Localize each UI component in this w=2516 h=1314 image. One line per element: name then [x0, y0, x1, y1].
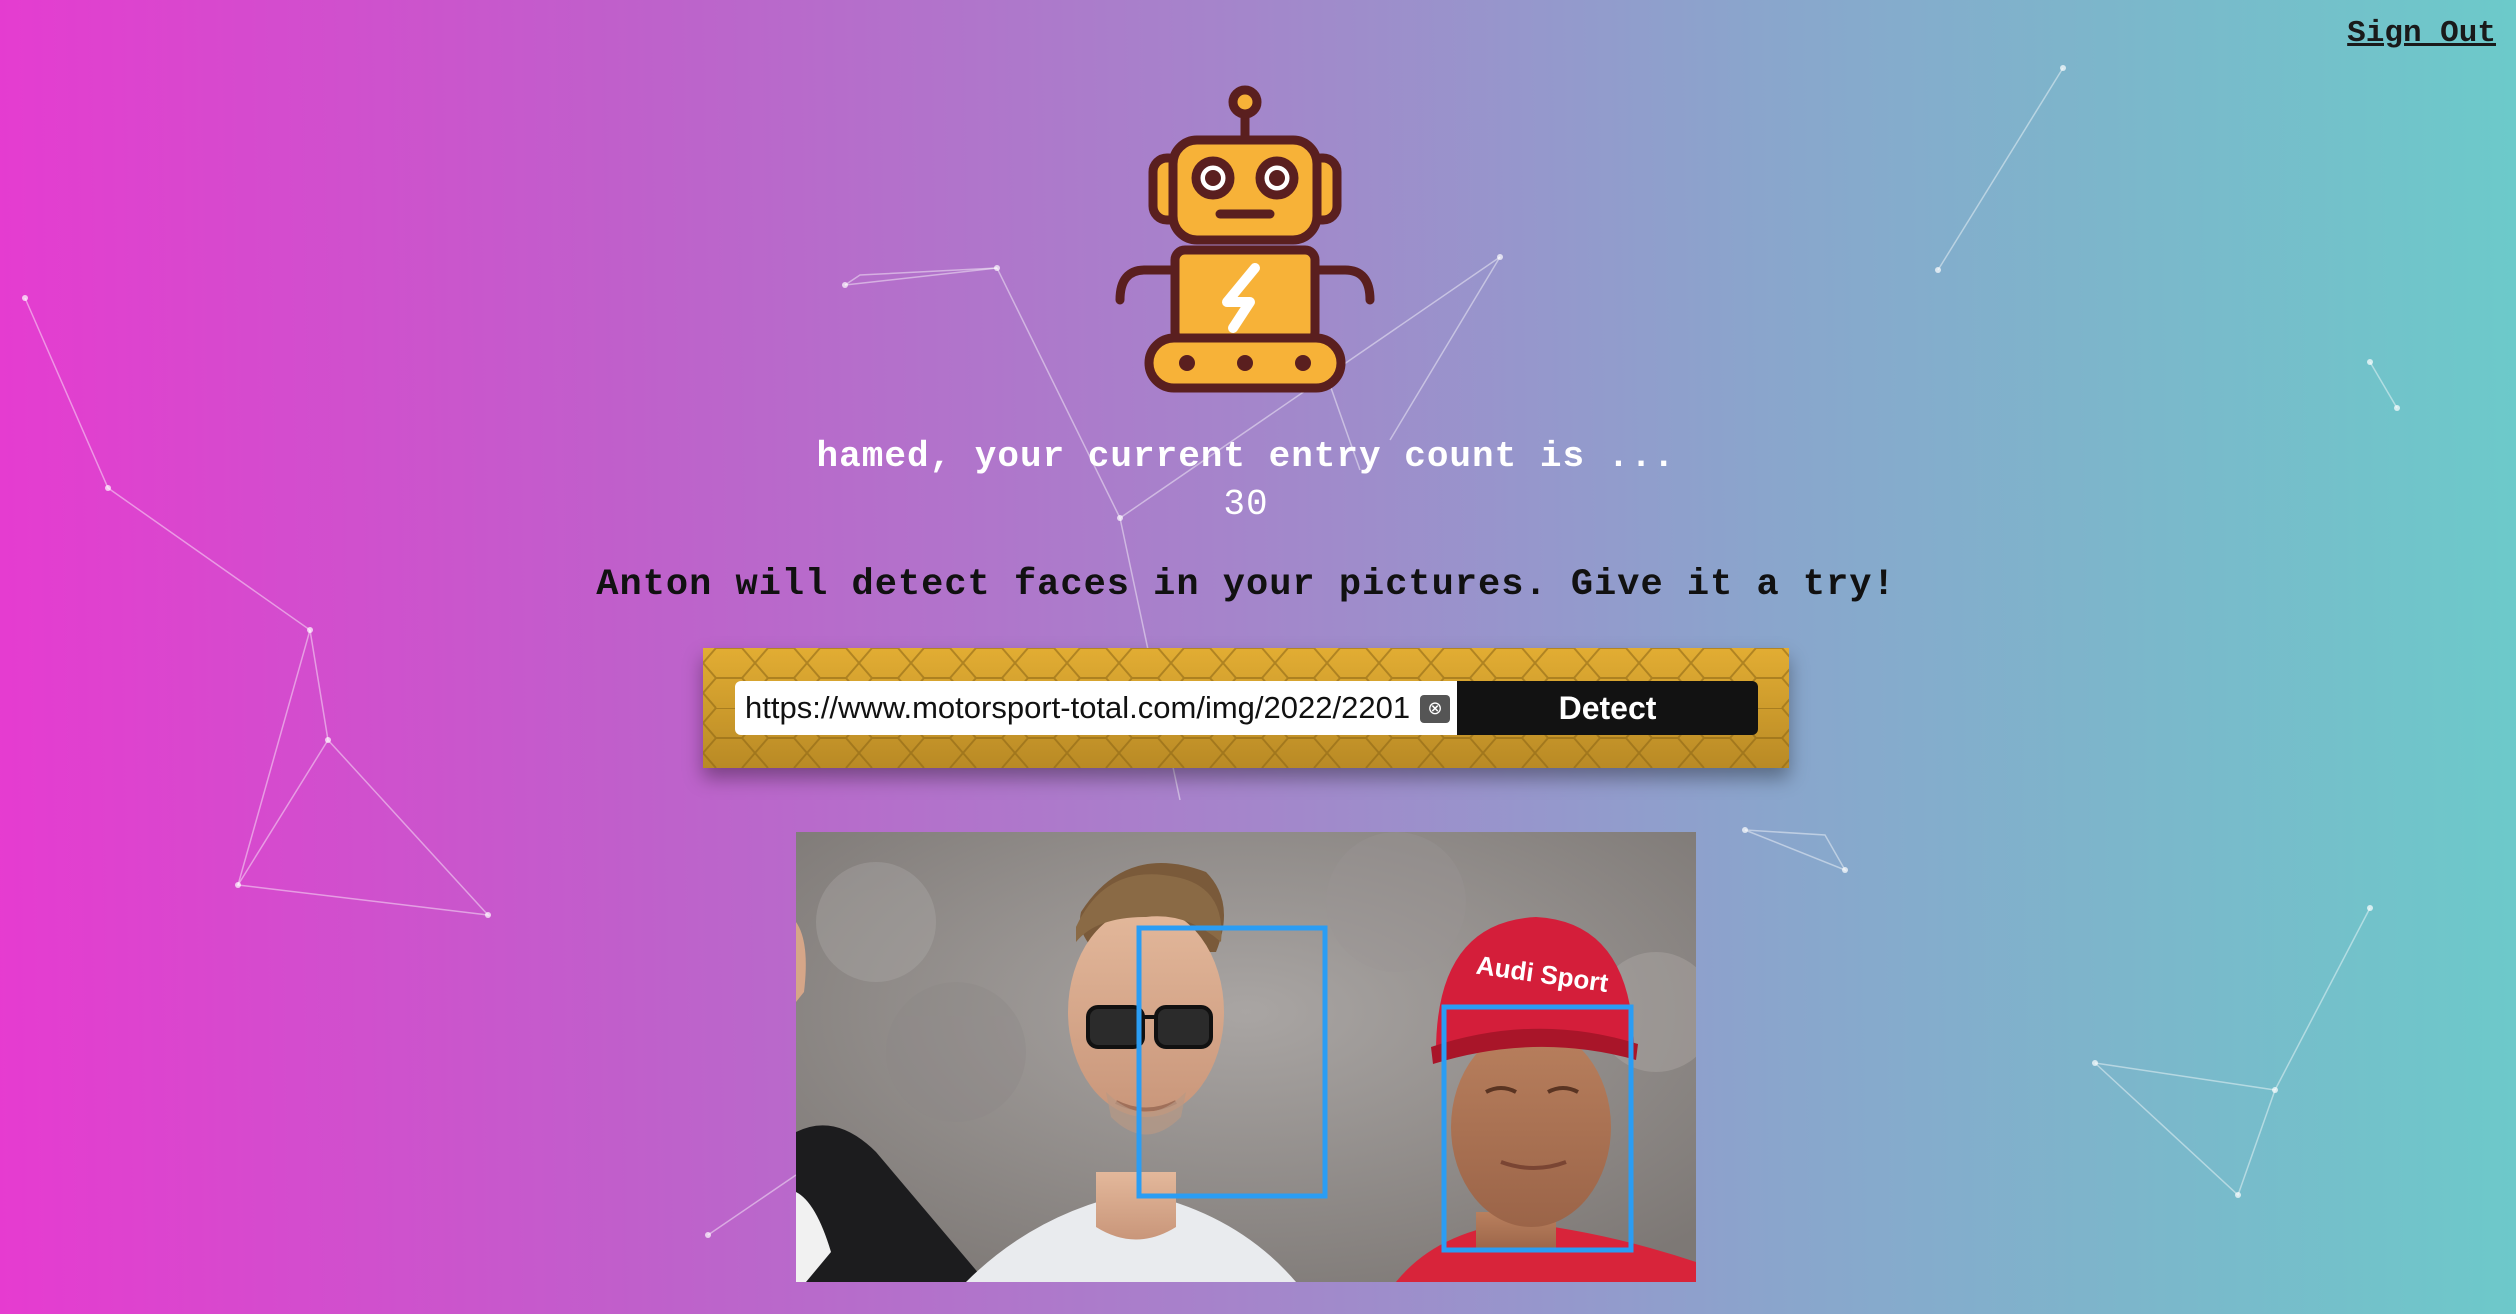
image-url-form: ⊗ Detect [703, 648, 1789, 768]
sign-out-link[interactable]: Sign Out [2347, 16, 2496, 51]
robot-logo [1105, 80, 1385, 395]
entry-count-message: hamed, your current entry count is ... [816, 436, 1676, 477]
clear-icon[interactable]: ⊗ [1420, 695, 1450, 723]
page-tagline: Anton will detect faces in your pictures… [596, 564, 1896, 606]
robot-icon [1115, 85, 1375, 393]
photo-illustration: Audi Sport [796, 832, 1696, 1282]
result-image: Audi Sport [796, 832, 1696, 1282]
entry-count-value: 30 [1223, 484, 1269, 525]
image-url-input[interactable] [735, 681, 1457, 735]
detect-button[interactable]: Detect [1457, 681, 1758, 735]
